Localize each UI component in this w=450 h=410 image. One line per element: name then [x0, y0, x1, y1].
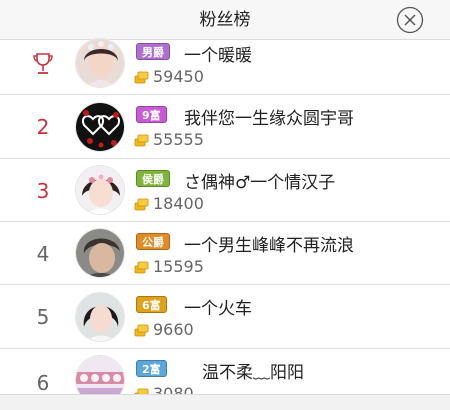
- fan-name: さ偶神♂一个情汉子: [184, 173, 336, 193]
- list-item[interactable]: 4 公爵 一个男生峰峰不再流浪 15595: [0, 222, 450, 285]
- list-item[interactable]: 男爵 一个暖暖 59450: [0, 38, 450, 95]
- bottom-toolbar: [0, 394, 450, 410]
- coin-count: 18400: [153, 194, 204, 213]
- fan-name: 一个火车: [184, 299, 252, 319]
- fan-name: 一个暖暖: [184, 46, 252, 66]
- fan-name: 一个男生峰峰不再流浪: [184, 236, 354, 256]
- rank-number: 2: [36, 115, 50, 139]
- rank-number: 4: [36, 242, 50, 266]
- trophy-icon: [33, 53, 53, 74]
- coin-icon: [134, 134, 149, 147]
- list-item[interactable]: 2 9富 我伴您一生缘众圆宇哥 55555: [0, 95, 450, 159]
- coin-icon: [134, 324, 149, 337]
- coin-icon: [134, 261, 149, 274]
- list-item[interactable]: 5 6富 一个火车 9660: [0, 285, 450, 349]
- avatar[interactable]: [75, 292, 125, 342]
- avatar[interactable]: [75, 165, 125, 215]
- coin-icon: [134, 198, 149, 211]
- rank-badge: 6富: [136, 296, 167, 313]
- rank-badge: 2富: [136, 360, 167, 377]
- header: 粉丝榜: [0, 0, 450, 40]
- rank-number: 6: [36, 371, 50, 395]
- avatar[interactable]: [75, 102, 125, 152]
- coin-count: 15595: [153, 257, 204, 276]
- rank-badge: 男爵: [136, 43, 170, 60]
- rank-number: 3: [36, 179, 50, 203]
- close-button[interactable]: [396, 6, 424, 34]
- rank-trophy: [20, 52, 66, 81]
- coin-count: 9660: [153, 320, 194, 339]
- close-circle-icon[interactable]: [396, 6, 424, 34]
- coin-count: 55555: [153, 130, 204, 149]
- rank-badge: 公爵: [136, 233, 170, 250]
- avatar[interactable]: [75, 228, 125, 278]
- page-title: 粉丝榜: [199, 10, 251, 30]
- avatar[interactable]: [75, 38, 125, 88]
- list-item[interactable]: 3 侯爵 さ偶神♂一个情汉子 18400: [0, 159, 450, 222]
- coin-count: 59450: [153, 67, 204, 86]
- fan-name: 温不柔﹏阳阳: [202, 363, 304, 383]
- rank-badge: 侯爵: [136, 170, 170, 187]
- coin-icon: [134, 71, 149, 84]
- rank-number: 5: [36, 305, 50, 329]
- fan-name: 我伴您一生缘众圆宇哥: [184, 109, 354, 129]
- rank-badge: 9富: [136, 106, 167, 123]
